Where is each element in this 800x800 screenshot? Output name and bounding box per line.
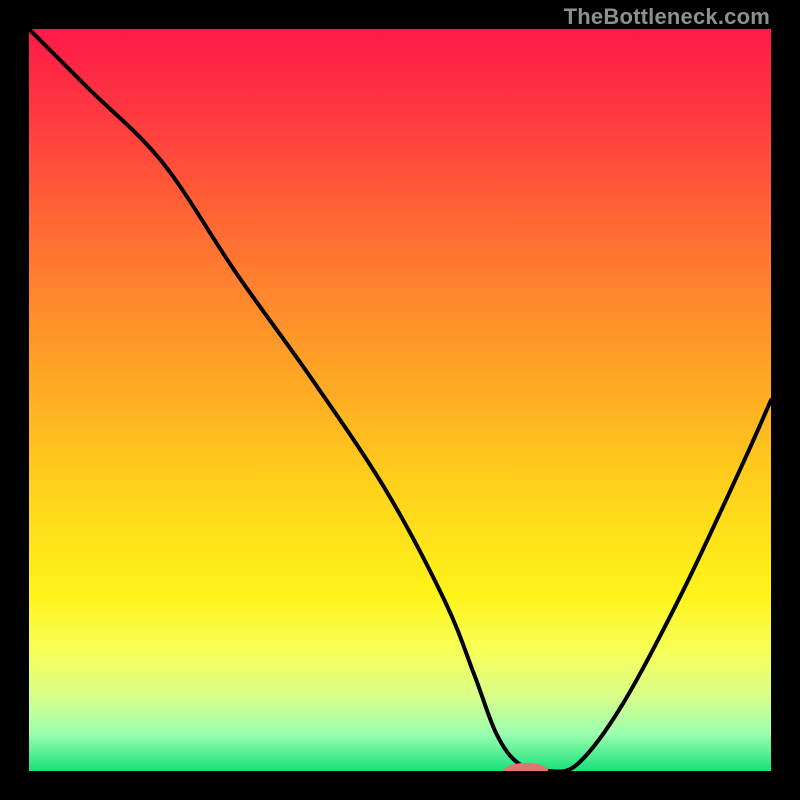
plot-area: [29, 29, 771, 771]
bottleneck-chart: [29, 29, 771, 771]
chart-frame: TheBottleneck.com: [0, 0, 800, 800]
watermark-text: TheBottleneck.com: [564, 4, 770, 30]
